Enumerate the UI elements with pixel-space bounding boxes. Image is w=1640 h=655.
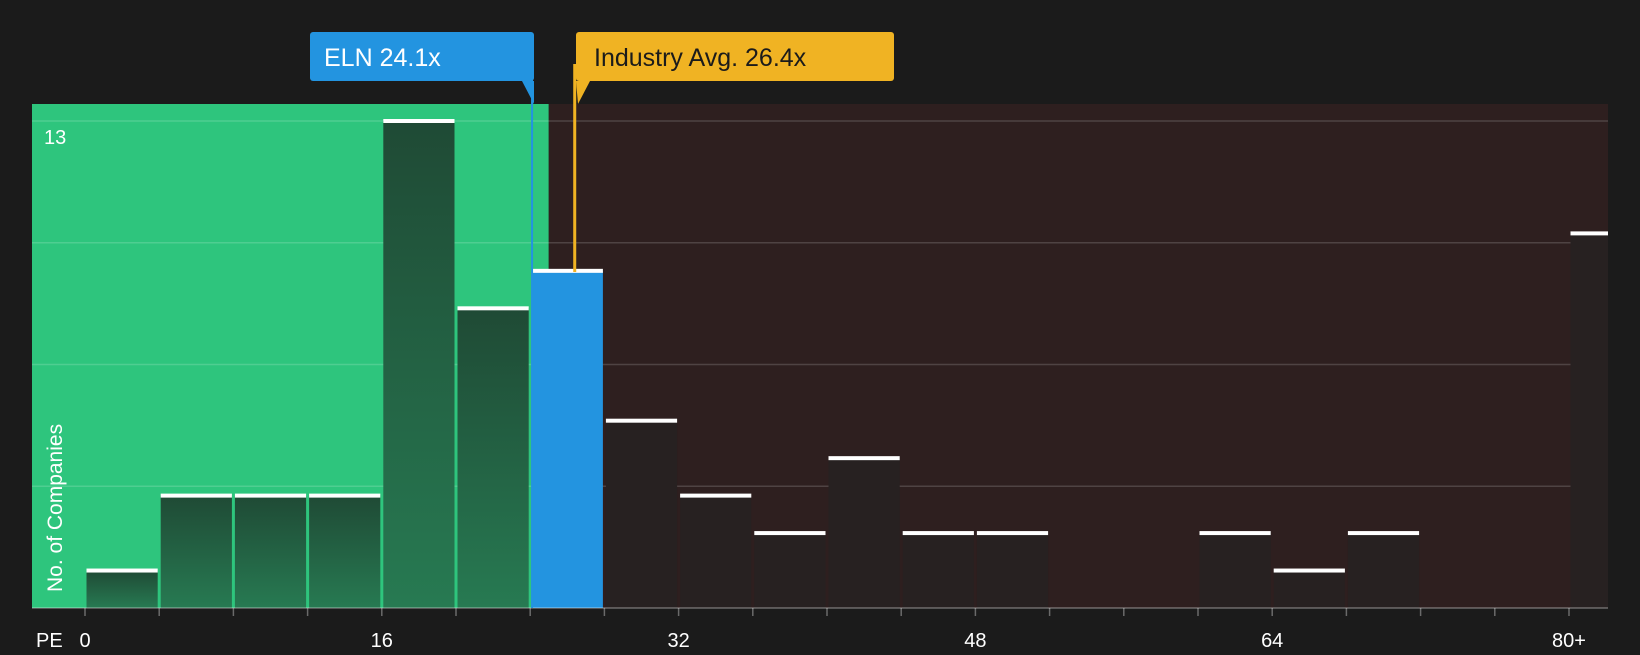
histogram-bar-cap-36 bbox=[754, 531, 826, 536]
histogram-bar-cap-44 bbox=[902, 531, 974, 536]
histogram-bar-20 bbox=[457, 308, 529, 608]
x-tick-label-64: 64 bbox=[1261, 630, 1283, 650]
histogram-bar-cap-28 bbox=[605, 418, 678, 423]
histogram-bar-cap-12 bbox=[309, 493, 381, 498]
histogram-bar-cap-64 bbox=[1273, 568, 1345, 573]
histogram-bar-44 bbox=[902, 533, 974, 608]
industry-marker-label: Industry Avg. 26.4x bbox=[594, 44, 807, 72]
histogram-bar-4 bbox=[160, 495, 232, 608]
histogram-bar-32 bbox=[680, 495, 752, 608]
x-tick-label-32: 32 bbox=[667, 630, 689, 650]
y-max-label: 13 bbox=[44, 127, 66, 149]
x-axis-label: PE bbox=[36, 630, 63, 650]
histogram-bar-cap-32 bbox=[680, 493, 752, 498]
histogram-bar-60 bbox=[1199, 533, 1271, 608]
histogram-bar-cap-8 bbox=[234, 493, 307, 498]
y-axis-label: No. of Companies bbox=[44, 424, 67, 592]
histogram-bar-40 bbox=[828, 458, 900, 608]
histogram-bar-12 bbox=[309, 495, 381, 608]
histogram-bar-8 bbox=[234, 495, 307, 608]
histogram-bar-cap-60 bbox=[1199, 531, 1271, 536]
histogram-bar-16 bbox=[383, 121, 455, 608]
histogram-bar-cap-0 bbox=[86, 568, 158, 573]
histogram-bar-cap-80 bbox=[1570, 231, 1608, 236]
company-marker-label: ELN 24.1x bbox=[324, 44, 441, 72]
pe-distribution-chart: 0 16 32 48 64 80+ PE 13 No. of Companies ELN 24.1… bbox=[0, 0, 1640, 652]
histogram-bar-68 bbox=[1347, 533, 1420, 608]
x-tick-label-80: 80+ bbox=[1552, 630, 1586, 650]
histogram-bar-cap-24 bbox=[531, 268, 603, 273]
x-tick-label-16: 16 bbox=[371, 630, 393, 650]
histogram-bar-cap-40 bbox=[828, 456, 900, 461]
histogram-bar-24 bbox=[531, 270, 603, 608]
histogram-bar-36 bbox=[754, 533, 826, 608]
histogram-bar-cap-48 bbox=[976, 531, 1049, 536]
histogram-bar-cap-4 bbox=[160, 493, 232, 498]
histogram-bar-28 bbox=[605, 420, 678, 608]
histogram-bar-64 bbox=[1273, 570, 1345, 608]
histogram-bar-80 bbox=[1570, 233, 1608, 608]
chart-svg: 0 16 32 48 64 80+ PE 13 No. of Companies ELN 24.1… bbox=[32, 32, 1608, 652]
industry-marker-pointer bbox=[576, 81, 590, 104]
x-tick-label-48: 48 bbox=[964, 630, 986, 650]
histogram-bar-cap-20 bbox=[457, 306, 529, 311]
histogram-bar-48 bbox=[976, 533, 1049, 608]
histogram-bar-cap-16 bbox=[383, 119, 455, 123]
histogram-bar-cap-68 bbox=[1347, 531, 1420, 536]
x-tick-label-0: 0 bbox=[79, 630, 90, 650]
histogram-bar-0 bbox=[86, 570, 158, 608]
